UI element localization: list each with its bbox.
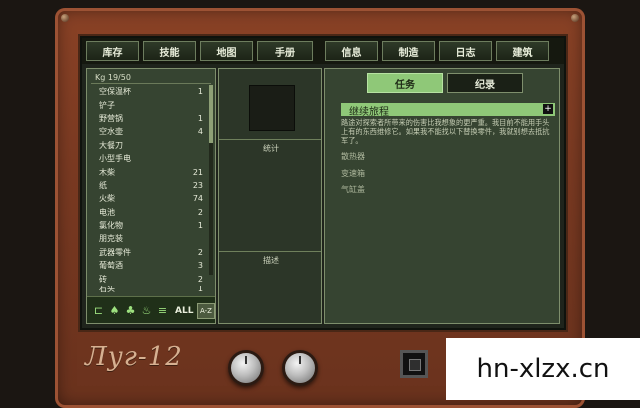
item-name: 电池 (99, 207, 115, 217)
tab-crafting[interactable]: 制造 (382, 41, 435, 61)
filter-bar: ⊏ ♠ ♣ ♨ ≡ ALL A-Z (87, 296, 215, 323)
item-name: 砖 (99, 274, 107, 284)
item-count: 23 (192, 180, 203, 190)
quest-panel: 任务 纪录 继续旅程 + 路途对探索者所带来的伤害比我想象的更严重。我目前不能用… (324, 68, 560, 324)
item-name: 纸 (99, 180, 107, 190)
item-count: 1 (197, 87, 203, 97)
inventory-list: 空保温杯 1 铲子 野营锅 1 空水壶 4 大餐刀 小型手电 木柴 21 纸 23 火柴 7… (91, 85, 215, 292)
item-name: 野营锅 (99, 113, 123, 123)
list-item[interactable]: 空水壶 4 (91, 125, 215, 138)
tools-filter-icon[interactable]: ⊏ (93, 305, 104, 317)
game-screen: 库存 技能 地图 手册 信息 制造 日志 建筑 Kg 19/50 空保温杯 1 铲… (80, 36, 566, 330)
weight-readout: Kg 19/50 (95, 73, 131, 82)
item-name: 氯化物 (99, 221, 123, 231)
quest-description: 路途对探索者所带来的伤害比我想象的更严重。我目前不能用手头上有的东西维修它。如果… (341, 118, 550, 145)
list-item[interactable]: 小型手电 (91, 152, 215, 165)
filter-all-button[interactable]: ALL (175, 306, 193, 316)
power-button[interactable] (400, 350, 428, 378)
divider (219, 139, 321, 140)
part-item: 变速箱 (341, 169, 365, 178)
list-item[interactable]: 砖2 (91, 272, 215, 285)
list-item[interactable]: 电池 2 (91, 206, 215, 219)
inventory-scrollbar[interactable] (209, 85, 213, 275)
tab-skills[interactable]: 技能 (143, 41, 196, 61)
list-item[interactable]: 氯化物 1 (91, 219, 215, 232)
list-item[interactable]: 石头 1 (91, 286, 215, 292)
item-name: 石头 (99, 285, 115, 292)
item-name: 武器零件 (99, 247, 131, 257)
scrollbar-thumb[interactable] (209, 85, 213, 143)
item-count: 1 (197, 285, 203, 292)
divider (219, 251, 321, 252)
expand-icon[interactable]: + (543, 104, 553, 114)
knob-notch (245, 356, 247, 364)
item-count: 74 (192, 194, 203, 204)
item-name: 空保温杯 (99, 87, 131, 97)
item-name: 朋克装 (99, 234, 123, 244)
item-count: 4 (197, 127, 203, 137)
device-logo: Луг-12 (85, 342, 183, 372)
item-count: 2 (197, 247, 203, 257)
food-filter-icon[interactable]: ♠ (109, 305, 120, 317)
item-detail-panel: 统计 描述 (218, 68, 322, 324)
tab-map[interactable]: 地图 (200, 41, 253, 61)
power-button-face (409, 359, 421, 371)
list-item[interactable]: 纸 23 (91, 179, 215, 192)
watermark: hn-xlzx.cn (446, 338, 640, 400)
item-name: 小型手电 (99, 154, 131, 164)
medicine-filter-icon[interactable]: ♣ (125, 305, 136, 317)
tab-manual[interactable]: 手册 (257, 41, 313, 61)
list-item[interactable]: 铲子 (91, 98, 215, 111)
bolt (571, 14, 579, 22)
quest-title-bar[interactable]: 继续旅程 + (341, 103, 555, 118)
list-item[interactable]: 野营锅 1 (91, 112, 215, 125)
quest-title: 继续旅程 (349, 107, 389, 118)
sort-az-button[interactable]: A-Z (197, 303, 215, 319)
part-item: 气缸盖 (341, 185, 365, 194)
tab-inventory[interactable]: 库存 (86, 41, 139, 61)
list-item[interactable]: 火柴 74 (91, 192, 215, 205)
item-name: 大餐刀 (99, 140, 123, 150)
list-item[interactable]: 朋克装 (91, 232, 215, 245)
tab-records[interactable]: 纪录 (447, 73, 523, 93)
item-count: 2 (197, 274, 203, 284)
item-count: 1 (197, 113, 203, 123)
tab-bar: 库存 技能 地图 手册 信息 制造 日志 建筑 (82, 38, 564, 64)
right-knob[interactable] (282, 350, 318, 386)
item-name: 木柴 (99, 167, 115, 177)
item-name: 葡萄酒 (99, 261, 123, 271)
item-preview-slot (249, 85, 295, 131)
item-count: 3 (197, 261, 203, 271)
divider (91, 83, 211, 84)
bolt (61, 14, 69, 22)
tab-journal[interactable]: 日志 (439, 41, 492, 61)
list-item[interactable]: 空保温杯 1 (91, 85, 215, 98)
item-name: 铲子 (99, 100, 115, 110)
item-count: 2 (197, 207, 203, 217)
item-count: 21 (192, 167, 203, 177)
tab-info[interactable]: 信息 (325, 41, 378, 61)
stats-label: 统计 (263, 144, 279, 153)
tab-building[interactable]: 建筑 (496, 41, 549, 61)
knob-notch (299, 356, 301, 364)
list-item[interactable]: 木柴 21 (91, 165, 215, 178)
item-count: 1 (197, 221, 203, 231)
left-knob[interactable] (228, 350, 264, 386)
materials-filter-icon[interactable]: ≡ (157, 305, 168, 317)
tab-tasks[interactable]: 任务 (367, 73, 443, 93)
description-label: 描述 (263, 256, 279, 265)
list-item[interactable]: 武器零件 2 (91, 246, 215, 259)
inventory-panel: Kg 19/50 空保温杯 1 铲子 野营锅 1 空水壶 4 大餐刀 小型手电 木柴 2… (86, 68, 216, 324)
list-item[interactable]: 葡萄酒 3 (91, 259, 215, 272)
item-name: 空水壶 (99, 127, 123, 137)
list-item[interactable]: 大餐刀 (91, 139, 215, 152)
item-name: 火柴 (99, 194, 115, 204)
fire-filter-icon[interactable]: ♨ (141, 305, 152, 317)
part-item: 散热器 (341, 152, 365, 161)
